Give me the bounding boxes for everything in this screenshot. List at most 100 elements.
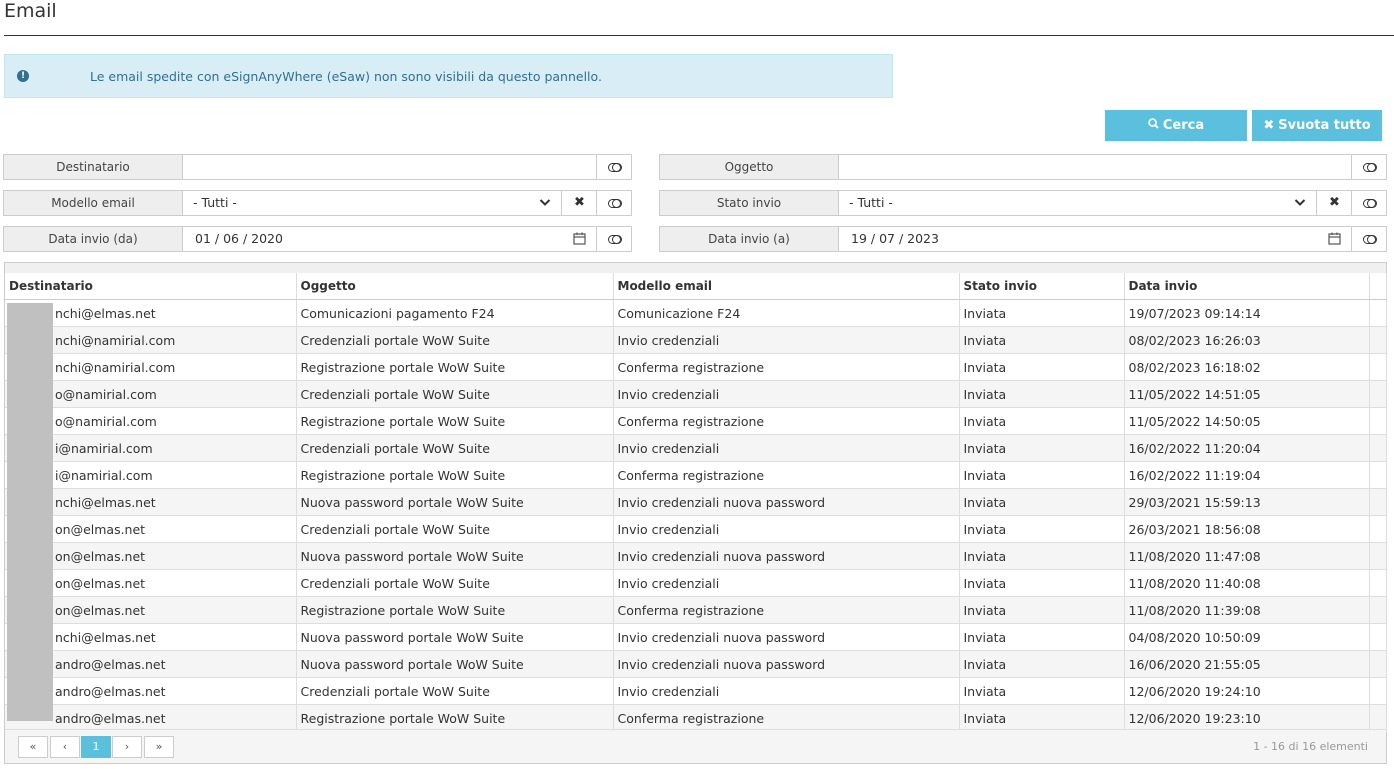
table-row[interactable]: nchi@elmas.net Comunicazioni pagamento F2… [5,299,1387,327]
search-button-label: Cerca [1162,118,1205,133]
pager-first-button[interactable]: « [18,736,48,758]
filter-data-a: Data invio (a) 19 / 07 / 2023 [659,226,1387,252]
table-row[interactable]: on@elmas.net Credenziali portale WoW Suit… [5,515,1387,543]
cell-modello: Invio credenziali nuova password [613,542,960,570]
email-table: Destinatario Oggetto Modello email Stato… [5,273,1387,732]
cell-modello: Invio credenziali [613,434,960,462]
cell-modello: Invio credenziali nuova password [613,623,960,651]
pager-page-button[interactable]: 1 [81,736,111,758]
table-row[interactable]: on@elmas.net Nuova password portale WoW S… [5,542,1387,570]
toggle-icon[interactable] [596,155,631,179]
cell-modello: Invio credenziali [613,380,960,408]
data-a-input[interactable]: 19 / 07 / 2023 [851,227,939,251]
toggle-icon[interactable] [596,227,631,251]
clear-icon[interactable]: ✖ [1316,191,1352,215]
filter-stato-invio: Stato invio - Tutti - ✖ [659,190,1387,216]
cell-spacer [1369,299,1387,327]
col-header-stato[interactable]: Stato invio [959,273,1125,300]
table-row[interactable]: i@namirial.com Registrazione portale WoW … [5,461,1387,489]
cell-stato: Inviata [959,704,1125,732]
cell-spacer [1369,461,1387,489]
col-header-oggetto[interactable]: Oggetto [296,273,614,300]
table-row[interactable]: nchi@namirial.com Credenziali portale WoW… [5,326,1387,354]
table-row[interactable]: andro@elmas.net Registrazione portale WoW… [5,704,1387,732]
table-row[interactable]: nchi@elmas.net Nuova password portale WoW… [5,488,1387,516]
filter-oggetto: Oggetto [659,154,1387,180]
cell-stato: Inviata [959,596,1125,624]
grid-toolbar [5,263,1386,273]
calendar-icon[interactable] [1328,232,1341,245]
cell-data: 26/03/2021 18:56:08 [1124,515,1370,543]
cell-data: 08/02/2023 16:18:02 [1124,353,1370,381]
stato-invio-select[interactable]: - Tutti - [849,191,893,215]
toggle-icon[interactable] [1351,191,1386,215]
filter-modello-email: Modello email - Tutti - ✖ [3,190,632,216]
pager: « ‹ 1 › » 1 - 16 di 16 elementi [5,729,1386,763]
cell-modello: Invio credenziali nuova password [613,488,960,516]
cell-stato: Inviata [959,515,1125,543]
cell-modello: Invio credenziali [613,677,960,705]
cell-data: 08/02/2023 16:26:03 [1124,326,1370,354]
cell-oggetto: Registrazione portale WoW Suite [296,407,614,435]
cell-modello: Conferma registrazione [613,461,960,489]
search-button[interactable]: Cerca [1105,110,1247,141]
cell-stato: Inviata [959,488,1125,516]
cell-modello: Invio credenziali nuova password [613,650,960,678]
cell-modello: Invio credenziali [613,569,960,597]
close-icon: ✖ [1263,118,1275,133]
filter-data-da: Data invio (da) 01 / 06 / 2020 [3,226,632,252]
toggle-icon[interactable] [1351,227,1386,251]
col-header-data[interactable]: Data invio [1124,273,1370,300]
table-row[interactable]: on@elmas.net Credenziali portale WoW Suit… [5,569,1387,597]
filter-label: Oggetto [660,155,839,179]
clear-all-button[interactable]: ✖ Svuota tutto [1252,110,1382,141]
cell-oggetto: Credenziali portale WoW Suite [296,515,614,543]
pager-next-button[interactable]: › [112,736,142,758]
calendar-icon[interactable] [573,232,586,245]
chevron-down-icon[interactable] [539,196,551,208]
filter-label: Stato invio [660,191,839,215]
table-header-row: Destinatario Oggetto Modello email Stato… [5,273,1387,300]
info-alert: ! Le email spedite con eSignAnyWhere (eS… [4,54,893,98]
table-row[interactable]: andro@elmas.net Credenziali portale WoW S… [5,677,1387,705]
cell-spacer [1369,326,1387,354]
table-row[interactable]: on@elmas.net Registrazione portale WoW Su… [5,596,1387,624]
toggle-icon[interactable] [596,191,631,215]
cell-data: 11/05/2022 14:50:05 [1124,407,1370,435]
clear-all-button-label: Svuota tutto [1278,118,1371,133]
cell-data: 11/08/2020 11:39:08 [1124,596,1370,624]
modello-email-select[interactable]: - Tutti - [193,191,237,215]
table-row[interactable]: nchi@namirial.com Registrazione portale W… [5,353,1387,381]
col-header-spacer [1369,273,1387,300]
cell-stato: Inviata [959,434,1125,462]
cell-data: 16/02/2022 11:20:04 [1124,434,1370,462]
cell-oggetto: Credenziali portale WoW Suite [296,380,614,408]
clear-icon[interactable]: ✖ [561,191,597,215]
email-grid: Destinatario Oggetto Modello email Stato… [4,262,1387,764]
destinatario-input[interactable] [193,155,591,179]
cell-stato: Inviata [959,650,1125,678]
chevron-down-icon[interactable] [1294,196,1306,208]
toggle-icon[interactable] [1351,155,1386,179]
pager-prev-button[interactable]: ‹ [50,736,80,758]
cell-stato: Inviata [959,326,1125,354]
cell-stato: Inviata [959,353,1125,381]
cell-data: 04/08/2020 10:50:09 [1124,623,1370,651]
pager-last-button[interactable]: » [144,736,174,758]
table-row[interactable]: nchi@elmas.net Nuova password portale WoW… [5,623,1387,651]
cell-modello: Conferma registrazione [613,704,960,732]
cell-stato: Inviata [959,299,1125,327]
cell-modello: Invio credenziali [613,326,960,354]
data-da-input[interactable]: 01 / 06 / 2020 [195,227,283,251]
filter-label: Modello email [4,191,183,215]
cell-modello: Conferma registrazione [613,407,960,435]
table-row[interactable]: o@namirial.com Credenziali portale WoW Su… [5,380,1387,408]
cell-data: 19/07/2023 09:14:14 [1124,299,1370,327]
col-header-destinatario[interactable]: Destinatario [5,273,297,300]
table-row[interactable]: andro@elmas.net Nuova password portale Wo… [5,650,1387,678]
cell-data: 16/06/2020 21:55:05 [1124,650,1370,678]
table-row[interactable]: i@namirial.com Credenziali portale WoW Su… [5,434,1387,462]
table-row[interactable]: o@namirial.com Registrazione portale WoW … [5,407,1387,435]
col-header-modello[interactable]: Modello email [613,273,960,300]
search-icon [1148,110,1159,141]
